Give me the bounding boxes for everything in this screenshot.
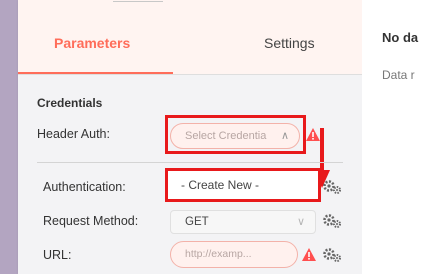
header-divider (18, 74, 362, 75)
highlight-credential-select (165, 115, 306, 154)
warning-icon (302, 248, 316, 261)
create-new-label: - Create New - (181, 178, 260, 192)
app-root: Parameters Settings Credentials Header A… (0, 0, 421, 274)
request-method-value: GET (185, 216, 209, 228)
panel-header: Parameters Settings (18, 0, 362, 74)
gears-icon[interactable] (322, 213, 342, 229)
request-method-select[interactable]: GET ∨ (170, 210, 316, 234)
gears-icon[interactable] (322, 179, 342, 195)
header-auth-label: Header Auth: (37, 127, 110, 141)
gears-icon[interactable] (322, 247, 342, 263)
output-empty-text: Data r (382, 68, 415, 82)
output-pane: No da Data r (362, 0, 421, 274)
authentication-label: Authentication: (43, 180, 126, 194)
credentials-section-title: Credentials (37, 96, 103, 110)
url-input[interactable]: http://examp... (170, 241, 298, 268)
output-empty-title: No da (382, 30, 419, 45)
header-edge (113, 0, 163, 2)
node-parameters-panel: Parameters Settings Credentials Header A… (18, 0, 362, 274)
chevron-down-icon: ∨ (296, 216, 305, 228)
url-label: URL: (43, 248, 72, 262)
tab-parameters[interactable]: Parameters (54, 33, 130, 53)
tab-settings[interactable]: Settings (264, 33, 315, 53)
canvas-strip (0, 0, 18, 274)
section-separator (37, 162, 343, 163)
request-method-label: Request Method: (43, 214, 139, 228)
